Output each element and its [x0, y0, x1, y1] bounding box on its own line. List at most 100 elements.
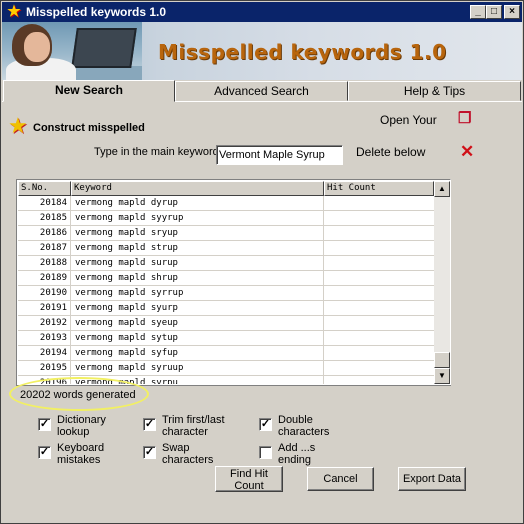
table-row[interactable]: 20194 vermong mapld syfup: [18, 346, 434, 361]
new-search-panel: ★ Construct misspelled Open Your ❐ Delet…: [2, 101, 522, 523]
table-row[interactable]: 20184 vermong mapld dyrup: [18, 196, 434, 211]
cancel-button[interactable]: Cancel: [307, 467, 374, 491]
cell-sno: 20190: [18, 286, 71, 301]
cell-sno: 20186: [18, 226, 71, 241]
cell-hit-count: [324, 241, 434, 256]
cell-sno: 20184: [18, 196, 71, 211]
cell-sno: 20195: [18, 361, 71, 376]
construct-label: Construct misspelled: [33, 122, 145, 134]
cell-hit-count: [324, 211, 434, 226]
cell-hit-count: [324, 286, 434, 301]
scroll-up-arrow-icon[interactable]: ▲: [434, 181, 450, 197]
minimize-button[interactable]: _: [470, 5, 486, 19]
cell-sno: 20194: [18, 346, 71, 361]
checkbox-add-s-ending[interactable]: [259, 446, 272, 459]
banner-photo: [2, 22, 142, 80]
cell-keyword: vermong mapld strup: [71, 241, 324, 256]
option-label: Dictionary lookup: [57, 414, 106, 438]
cell-hit-count: [324, 316, 434, 331]
cell-keyword: vermong mapld syyrup: [71, 211, 324, 226]
export-data-button[interactable]: Export Data: [398, 467, 466, 491]
maximize-button[interactable]: □: [486, 5, 502, 19]
column-header-keyword[interactable]: Keyword: [71, 181, 324, 196]
open-file-icon[interactable]: ❐: [458, 111, 474, 127]
cell-sno: 20189: [18, 271, 71, 286]
find-hit-count-button[interactable]: Find Hit Count: [215, 466, 283, 492]
app-window: ★ Misspelled keywords 1.0 _ □ × Misspell…: [0, 0, 524, 524]
checkbox-keyboard-mistakes[interactable]: ✓: [38, 446, 51, 459]
option-label: Swap characters: [162, 442, 214, 466]
header-banner: Misspelled keywords 1.0: [2, 22, 522, 80]
tab-bar: New Search Advanced Search Help & Tips: [2, 80, 522, 102]
checkbox-double-characters[interactable]: ✓: [259, 418, 272, 431]
cell-keyword: vermong mapld surup: [71, 256, 324, 271]
keyword-label: Type in the main keyword: [94, 146, 219, 158]
option-label: Double characters: [278, 414, 330, 438]
cell-keyword: vermong mapld sytup: [71, 331, 324, 346]
cell-keyword: vermong mapld syeup: [71, 316, 324, 331]
cell-sno: 20187: [18, 241, 71, 256]
cell-hit-count: [324, 271, 434, 286]
option-label: Add ...s ending: [278, 442, 316, 466]
cell-hit-count: [324, 376, 434, 384]
wand-star-icon[interactable]: ★: [8, 113, 34, 139]
table-row[interactable]: 20188 vermong mapld surup: [18, 256, 434, 271]
table-row[interactable]: 20187 vermong mapld strup: [18, 241, 434, 256]
column-header-hit-count[interactable]: Hit Count: [324, 181, 434, 196]
close-button[interactable]: ×: [504, 5, 520, 19]
tab-new-search[interactable]: New Search: [3, 80, 175, 102]
cell-keyword: vermong mapld shrup: [71, 271, 324, 286]
option-dictionary-lookup[interactable]: ✓ Dictionary lookup: [38, 414, 138, 442]
status-bar: 20202 words generated: [16, 385, 451, 405]
scroll-thumb[interactable]: [434, 352, 450, 368]
table-row[interactable]: 20196 vermong mapld syrpu: [18, 376, 434, 384]
column-header-sno[interactable]: S.No.: [18, 181, 71, 196]
cell-keyword: vermong mapld syurp: [71, 301, 324, 316]
grid-body: S.No. Keyword Hit Count 20184 vermong map…: [18, 181, 434, 384]
table-row[interactable]: 20193 vermong mapld sytup: [18, 331, 434, 346]
cell-sno: 20188: [18, 256, 71, 271]
table-row[interactable]: 20185 vermong mapld syyrup: [18, 211, 434, 226]
cell-sno: 20196: [18, 376, 71, 384]
cell-hit-count: [324, 301, 434, 316]
scroll-down-arrow-icon[interactable]: ▼: [434, 368, 450, 384]
checkbox-swap-characters[interactable]: ✓: [143, 446, 156, 459]
keywords-grid[interactable]: S.No. Keyword Hit Count 20184 vermong map…: [16, 179, 451, 386]
cell-sno: 20191: [18, 301, 71, 316]
cell-hit-count: [324, 256, 434, 271]
cell-hit-count: [324, 361, 434, 376]
cell-hit-count: [324, 226, 434, 241]
option-label: Keyboard mistakes: [57, 442, 105, 466]
table-row[interactable]: 20191 vermong mapld syurp: [18, 301, 434, 316]
checkbox-trim-first-last[interactable]: ✓: [143, 418, 156, 431]
tab-help-tips[interactable]: Help & Tips: [348, 81, 521, 101]
table-row[interactable]: 20192 vermong mapld syeup: [18, 316, 434, 331]
banner-title: Misspelled keywords 1.0: [158, 40, 447, 64]
cell-keyword: vermong mapld sryup: [71, 226, 324, 241]
cell-keyword: vermong mapld syrrup: [71, 286, 324, 301]
cell-keyword: vermong mapld syrpu: [71, 376, 324, 384]
delete-x-icon[interactable]: ✕: [460, 143, 476, 160]
cell-keyword: vermong mapld dyrup: [71, 196, 324, 211]
delete-selection-label: Delete below: [356, 145, 426, 159]
table-row[interactable]: 20190 vermong mapld syrrup: [18, 286, 434, 301]
checkbox-dictionary-lookup[interactable]: ✓: [38, 418, 51, 431]
cell-hit-count: [324, 331, 434, 346]
cell-hit-count: [324, 346, 434, 361]
table-row[interactable]: 20186 vermong mapld sryup: [18, 226, 434, 241]
grid-vertical-scrollbar[interactable]: ▲ ▼: [434, 181, 450, 384]
cell-hit-count: [324, 196, 434, 211]
cell-keyword: vermong mapld syruup: [71, 361, 324, 376]
table-row[interactable]: 20195 vermong mapld syruup: [18, 361, 434, 376]
title-bar[interactable]: ★ Misspelled keywords 1.0 _ □ ×: [2, 2, 522, 22]
table-row[interactable]: 20189 vermong mapld shrup: [18, 271, 434, 286]
option-trim-first-last[interactable]: ✓ Trim first/last character: [143, 414, 253, 442]
option-double-characters[interactable]: ✓ Double characters: [259, 414, 369, 442]
cell-sno: 20185: [18, 211, 71, 226]
cell-sno: 20192: [18, 316, 71, 331]
keyword-input[interactable]: [216, 145, 343, 165]
tab-advanced-search[interactable]: Advanced Search: [175, 81, 348, 101]
cell-keyword: vermong mapld syfup: [71, 346, 324, 361]
window-title: Misspelled keywords 1.0: [26, 5, 167, 19]
option-keyboard-mistakes[interactable]: ✓ Keyboard mistakes: [38, 442, 138, 470]
